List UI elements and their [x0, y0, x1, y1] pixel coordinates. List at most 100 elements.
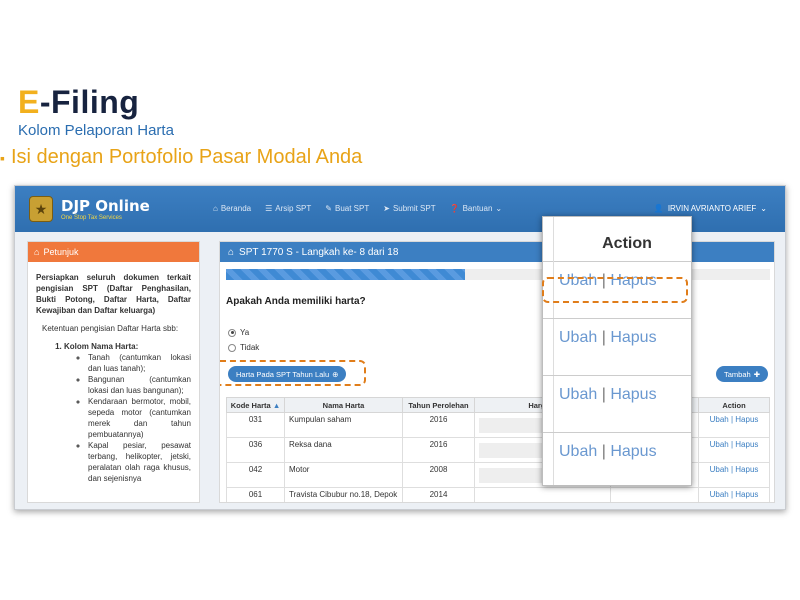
hapus-link[interactable]: Hapus [610, 329, 656, 346]
zoom-links: Ubah | Hapus [559, 329, 657, 347]
hapus-link[interactable]: Hapus [735, 415, 758, 424]
nav-submit-spt[interactable]: ➤ Submit SPT [383, 204, 435, 213]
zoom-links: Ubah | Hapus [559, 443, 657, 461]
brand-name: DJP Online [61, 197, 150, 215]
plus-icon: ✚ [753, 369, 760, 379]
chevron-down-icon: ⌄ [760, 204, 767, 213]
ubah-link[interactable]: Ubah [710, 440, 729, 449]
brand[interactable]: ★ DJP Online One Stop Tax Services [29, 196, 150, 222]
slide-subtitle-2: ▪ Isi dengan Portofolio Pasar Modal Anda [0, 146, 362, 169]
sort-up-icon: ▲ [272, 400, 281, 410]
cell-action: Ubah | Hapus [698, 437, 770, 463]
nav-label: Submit SPT [392, 204, 436, 213]
home-icon: ⌂ [228, 246, 235, 258]
cell-nama: Kumpulan saham [284, 412, 403, 438]
petunjuk-title: Petunjuk [43, 247, 79, 257]
hapus-link[interactable]: Hapus [610, 443, 656, 460]
nav-bantuan[interactable]: ❓ Bantuan ⌄ [450, 204, 502, 213]
list-item: Kendaraan bermotor, mobil, sepeda motor … [88, 396, 191, 440]
nav-buat-spt[interactable]: ✎ Buat SPT [325, 204, 369, 213]
petunjuk-list: Kolom Nama Harta: Tanah (cantumkan lokas… [36, 341, 191, 484]
link-separator: | [601, 443, 606, 460]
petunjuk-panel: ⌂ Petunjuk Persiapkan seluruh dokumen ter… [27, 241, 200, 503]
highlight-prev-button [220, 360, 366, 386]
spt-title: SPT 1770 S - Langkah ke- 8 dari 18 [239, 246, 399, 258]
radio-ya[interactable]: Ya [228, 328, 249, 337]
djp-logo-icon: ★ [29, 196, 53, 222]
cell-kode: 042 [226, 462, 285, 488]
radio-label: Tidak [240, 343, 260, 352]
list-item: Bangunan (cantumkan lokasi dan luas bang… [88, 374, 191, 396]
hapus-link[interactable]: Hapus [735, 490, 758, 499]
petunjuk-body: Persiapkan seluruh dokumen terkait pengi… [28, 262, 199, 490]
title-rest: -Filing [39, 84, 140, 120]
cell-nama: Travista Cibubur no.18, Depok [284, 487, 403, 502]
cell-kode: 036 [226, 437, 285, 463]
cell-action: Ubah | Hapus [698, 462, 770, 488]
title-e: E [18, 84, 40, 120]
zoom-header: Action [543, 217, 691, 262]
col-kode-harta[interactable]: Kode Harta ▲ [226, 397, 285, 413]
ubah-link[interactable]: Ubah [710, 415, 729, 424]
cell-action: Ubah | Hapus [698, 412, 770, 438]
action-zoom-callout: Action Ubah | Hapus Ubah | Hapus Ubah | … [542, 216, 692, 486]
progress-fill [226, 269, 466, 280]
petunjuk-lead: Persiapkan seluruh dokumen terkait pengi… [36, 273, 191, 315]
link-separator: | [601, 386, 606, 403]
radio-unchecked-icon [228, 343, 236, 352]
hapus-link[interactable]: Hapus [735, 440, 758, 449]
radio-label: Ya [240, 328, 250, 337]
nav-label: Buat SPT [334, 204, 370, 213]
nav-label: Beranda [220, 204, 252, 213]
home-icon: ⌂ [213, 204, 218, 213]
hapus-link[interactable]: Hapus [735, 465, 758, 474]
col-nama-harta[interactable]: Nama Harta [284, 397, 403, 413]
cell-nama: Motor [284, 462, 403, 488]
user-icon: 👤 [653, 204, 664, 213]
ubah-link[interactable]: Ubah [710, 465, 729, 474]
ubah-link[interactable]: Ubah [559, 329, 597, 346]
ubah-link[interactable]: Ubah [559, 386, 597, 403]
link-separator: | [601, 329, 606, 346]
cell-tahun: 2016 [402, 412, 475, 438]
highlight-zoom-action [542, 277, 688, 303]
brand-text: DJP Online One Stop Tax Services [61, 197, 150, 221]
list-icon: ☰ [265, 204, 273, 213]
zoom-row: Ubah | Hapus [543, 376, 691, 433]
tambah-button[interactable]: Tambah ✚ [716, 366, 768, 382]
col-action: Action [698, 397, 770, 413]
bullet-icon: ▪ [0, 150, 5, 166]
cell-action: Ubah | Hapus [698, 487, 770, 502]
zoom-row: Ubah | Hapus [543, 433, 691, 490]
cell-nama: Reksa dana [284, 437, 403, 463]
main-nav: ⌂ Beranda ☰ Arsip SPT ✎ Buat SPT ➤ Submit SP… [213, 204, 502, 213]
nav-arsip-spt[interactable]: ☰ Arsip SPT [265, 204, 311, 213]
question-label: Apakah Anda memiliki harta? [226, 296, 366, 307]
hapus-link[interactable]: Hapus [610, 386, 656, 403]
button-label: Tambah [724, 369, 751, 379]
list-item: Kapal pesiar, pesawat terbang, helikopte… [88, 440, 191, 484]
nav-label: Bantuan [462, 204, 493, 213]
ubah-link[interactable]: Ubah [559, 443, 597, 460]
petunjuk-header: ⌂ Petunjuk [28, 242, 199, 262]
ubah-link[interactable]: Ubah [710, 490, 729, 499]
list-item: Tanah (cantumkan lokasi dan luas tanah); [88, 352, 191, 374]
radio-tidak[interactable]: Tidak [228, 343, 259, 352]
nav-label: Arsip SPT [275, 204, 312, 213]
send-icon: ➤ [383, 204, 390, 213]
edit-icon: ✎ [325, 204, 332, 213]
cell-kode: 061 [226, 487, 285, 502]
slide: E-Filing Kolom Pelaporan Harta ▪ Isi deng… [0, 0, 800, 600]
cell-tahun: 2008 [402, 462, 475, 488]
zoom-links: Ubah | Hapus [559, 386, 657, 404]
cell-tahun: 2014 [402, 487, 475, 502]
slide-subtitle-2-text: Isi dengan Portofolio Pasar Modal Anda [10, 146, 363, 168]
brand-tagline: One Stop Tax Services [61, 215, 122, 221]
zoom-row: Ubah | Hapus [543, 319, 691, 376]
slide-subtitle: Kolom Pelaporan Harta [18, 122, 174, 139]
slide-title: E-Filing [18, 84, 139, 121]
user-menu[interactable]: 👤 IRVIN AVRIANTO ARIEF ⌄ [654, 204, 767, 213]
nav-beranda[interactable]: ⌂ Beranda [213, 204, 251, 213]
radio-checked-icon [228, 328, 236, 337]
col-tahun-perolehan[interactable]: Tahun Perolehan [402, 397, 475, 413]
